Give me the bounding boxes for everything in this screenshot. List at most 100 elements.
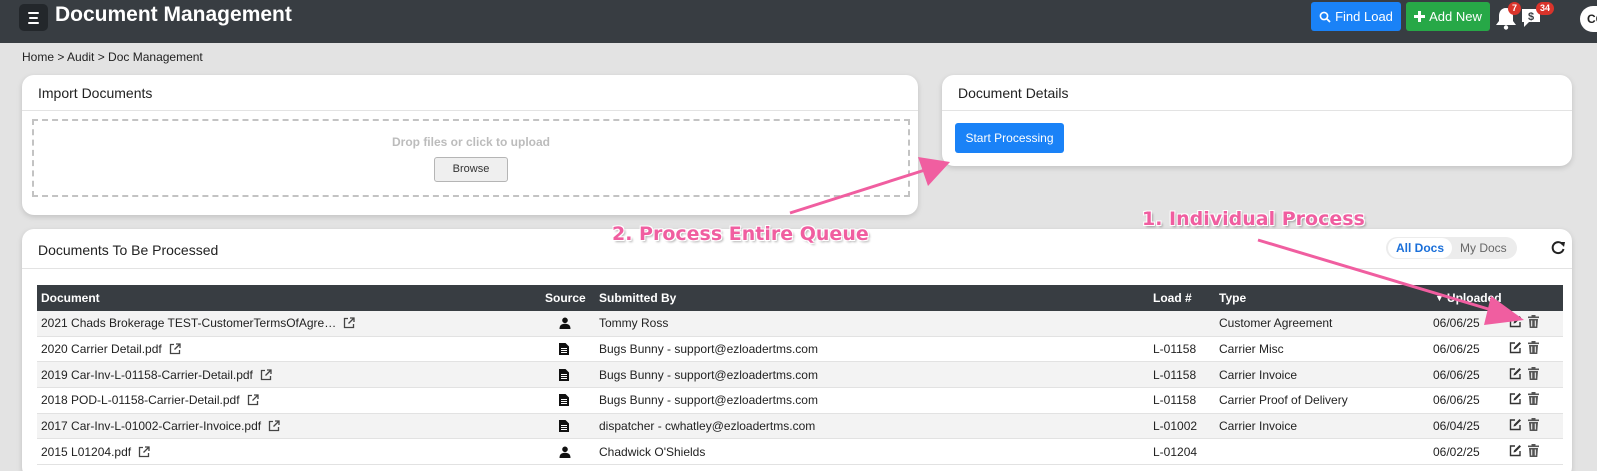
find-load-label: Find Load [1335,9,1393,24]
top-navbar: Document Management Find Load Add New 7 … [0,0,1597,43]
add-new-label: Add New [1429,9,1482,24]
find-load-button[interactable]: Find Load [1311,2,1401,31]
load-cell: L-01158 [1153,393,1197,408]
documents-table: Document Source Submitted By Load # Type… [37,285,1563,466]
uploaded-cell: 06/02/25 [1433,444,1480,459]
source-person-icon [559,311,571,336]
all-docs-toggle[interactable]: All Docs [1388,238,1453,258]
document-name[interactable]: 2015 L01204.pdf [41,445,131,459]
document-name[interactable]: 2017 Car-Inv-L-01002-Carrier-Invoice.pdf [41,419,261,433]
document-name[interactable]: 2020 Carrier Detail.pdf [41,342,162,356]
table-row[interactable]: 2020 Carrier Detail.pdf Bugs Bunny - supp… [37,337,1563,363]
document-cell: 2018 POD-L-01158-Carrier-Detail.pdf [41,388,259,413]
edit-icon[interactable] [1509,392,1522,408]
edit-icon[interactable] [1509,367,1522,383]
documents-queue-card: Documents To Be Processed All Docs My Do… [22,229,1572,471]
type-cell: Carrier Proof of Delivery [1219,393,1348,408]
source-document-icon [559,388,569,413]
uploaded-cell: 06/06/25 [1433,367,1480,382]
submitted-by-cell: Tommy Ross [599,316,669,331]
trash-icon[interactable] [1528,366,1539,383]
source-document-icon [559,362,569,387]
col-type[interactable]: Type [1219,285,1246,311]
row-actions [1509,439,1539,464]
breadcrumb: Home > Audit > Doc Management [22,50,203,64]
submitted-by-cell: Chadwick O'Shields [599,444,706,459]
refresh-icon[interactable] [1550,239,1566,255]
table-header: Document Source Submitted By Load # Type… [37,285,1563,311]
col-submitted-by[interactable]: Submitted By [599,285,676,311]
sort-desc-icon: ▼ [1435,293,1444,303]
file-dropzone[interactable]: Drop files or click to upload Browse [32,119,910,197]
svg-text:$: $ [1528,11,1534,23]
document-name[interactable]: 2018 POD-L-01158-Carrier-Detail.pdf [41,393,240,407]
trash-icon[interactable] [1528,392,1539,408]
table-row[interactable]: 2019 Car-Inv-L-01158-Carrier-Detail.pdf B… [37,362,1563,389]
dropzone-text: Drop files or click to upload [391,134,551,149]
submitted-by-cell: Bugs Bunny - support@ezloadertms.com [599,393,818,408]
document-cell: 2015 L01204.pdf [41,439,150,464]
type-cell: Carrier Invoice [1219,367,1298,382]
table-row[interactable]: 2017 Car-Inv-L-01002-Carrier-Invoice.pdf… [37,413,1563,440]
external-link-icon[interactable] [169,343,181,355]
type-cell: Customer Agreement [1219,316,1333,331]
edit-icon[interactable] [1509,341,1522,357]
document-name[interactable]: 2019 Car-Inv-L-01158-Carrier-Detail.pdf [41,368,253,382]
row-actions [1509,362,1539,387]
document-name[interactable]: 2021 Chads Brokerage TEST-CustomerTermsO… [41,316,336,330]
page-title: Document Management [55,3,292,26]
external-link-icon[interactable] [343,317,355,329]
type-cell: Carrier Misc [1219,342,1284,357]
table-row[interactable]: 2015 L01204.pdf Chadwick O'Shields L-01204… [37,439,1563,466]
uploaded-cell: 06/06/25 [1433,393,1480,408]
my-docs-toggle[interactable]: My Docs [1452,238,1515,258]
uploaded-cell: 06/06/25 [1433,342,1480,357]
row-actions [1509,337,1539,362]
add-new-button[interactable]: Add New [1406,2,1490,31]
external-link-icon[interactable] [268,420,280,432]
message-count-badge: 34 [1536,2,1555,15]
table-row[interactable]: 2018 POD-L-01158-Carrier-Detail.pdf Bugs … [37,388,1563,414]
trash-icon[interactable] [1528,341,1539,357]
load-cell: L-01158 [1153,342,1197,357]
table-body: 2021 Chads Brokerage TEST-CustomerTermsO… [37,311,1563,466]
document-details-title: Document Details [942,75,1572,111]
edit-icon[interactable] [1509,418,1522,434]
submitted-by-cell: dispatcher - cwhatley@ezloadertms.com [599,419,816,434]
col-source[interactable]: Source [545,285,586,311]
table-row[interactable]: 2021 Chads Brokerage TEST-CustomerTermsO… [37,311,1563,337]
source-document-icon [559,414,569,439]
start-processing-button[interactable]: Start Processing [955,123,1064,153]
annotation-individual-process: 1. Individual Process [1142,208,1365,230]
notifications-button[interactable]: 7 [1495,2,1522,30]
trash-icon[interactable] [1528,418,1539,434]
edit-icon[interactable] [1509,444,1522,460]
trash-icon[interactable] [1528,315,1539,331]
external-link-icon[interactable] [260,369,272,381]
external-link-icon[interactable] [138,446,150,458]
row-actions [1509,414,1539,439]
browse-button[interactable]: Browse [434,156,508,182]
uploaded-cell: 06/06/25 [1433,316,1480,331]
load-cell: L-01204 [1153,444,1198,459]
plus-icon [1414,11,1426,22]
trash-icon[interactable] [1528,443,1539,460]
hamburger-menu-button[interactable] [19,4,48,31]
load-cell: L-01158 [1153,367,1197,382]
import-documents-title: Import Documents [22,75,918,111]
col-uploaded[interactable]: ▼ Uploaded [1435,285,1502,311]
messages-button[interactable]: $ 34 [1522,2,1566,31]
document-cell: 2019 Car-Inv-L-01158-Carrier-Detail.pdf [41,362,272,387]
external-link-icon[interactable] [247,394,259,406]
edit-icon[interactable] [1509,315,1522,331]
submitted-by-cell: Bugs Bunny - support@ezloadertms.com [599,342,818,357]
col-document[interactable]: Document [41,285,100,311]
document-cell: 2017 Car-Inv-L-01002-Carrier-Invoice.pdf [41,414,280,439]
uploaded-cell: 06/04/25 [1433,419,1480,434]
document-cell: 2020 Carrier Detail.pdf [41,337,181,362]
col-load[interactable]: Load # [1153,285,1192,311]
user-avatar[interactable]: CC [1580,6,1597,32]
document-cell: 2021 Chads Brokerage TEST-CustomerTermsO… [41,311,355,336]
annotation-process-queue: 2. Process Entire Queue [612,223,869,245]
row-actions [1509,311,1539,336]
